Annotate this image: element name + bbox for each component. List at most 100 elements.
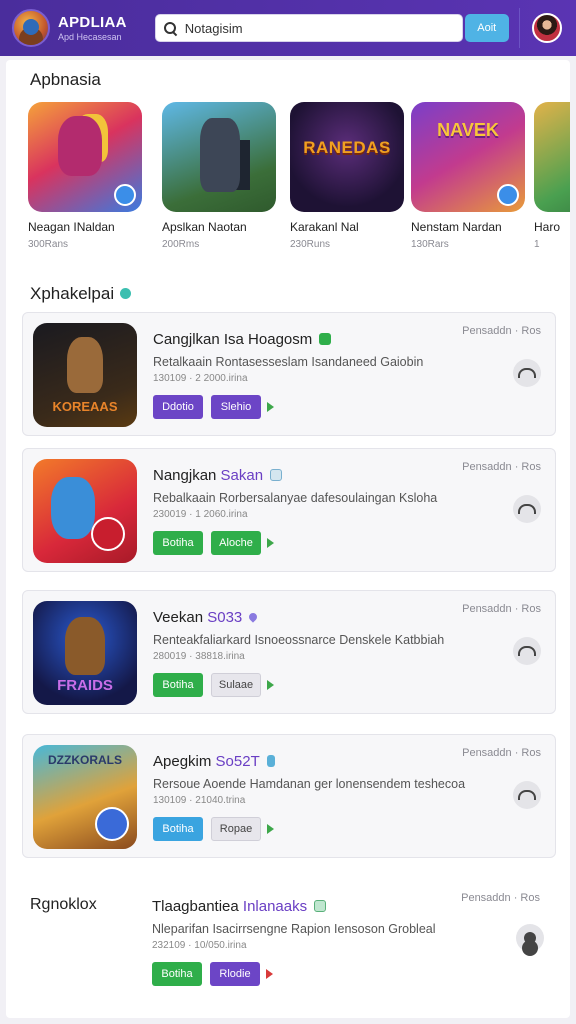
carousel-item-sub: 1 [534, 239, 540, 250]
app-meta: 130109 · 21040.trina [153, 795, 246, 806]
brand-subtitle: Apd Hecasesan [58, 31, 122, 42]
carousel-item-sub: 130Rars [411, 239, 449, 250]
tag-icon [270, 469, 283, 482]
game-icon[interactable] [290, 102, 404, 212]
verified-icon [120, 288, 132, 300]
app-description: Retalkaain Rontasesseslam Isandaneed Gai… [153, 355, 424, 369]
app-title-text: Apegkim [153, 753, 216, 770]
app-publisher: Pensaddn · Ros [461, 892, 540, 904]
carousel-item[interactable]: Neagan INaldan 300Rans [28, 102, 142, 250]
app-title-accent: Inlanaaks [242, 898, 308, 915]
search-input[interactable]: Notagisim [154, 14, 463, 42]
app-title-accent: S033 [207, 609, 243, 626]
secondary-button[interactable]: Ropae [211, 817, 261, 841]
action-icon[interactable] [513, 359, 541, 387]
user-icon[interactable] [516, 924, 544, 952]
app-icon[interactable] [33, 459, 137, 563]
carousel-item-name: Apslkan Naotan [162, 220, 247, 234]
app-list-row[interactable]: Cangjlkan Isa Hoagosm Retalkaain Rontase… [22, 312, 556, 436]
carousel-item[interactable]: Apslkan Naotan 200Rms [162, 102, 276, 250]
app-list-row[interactable]: Apegkim So52T Rersoue Aoende Hamdanan ge… [22, 734, 556, 858]
arrow-right-icon[interactable] [267, 402, 274, 412]
featured-section-title: Apbnasia [30, 70, 101, 89]
app-title-text: Veekan [153, 609, 208, 626]
action-icon[interactable] [513, 495, 541, 523]
carousel-item[interactable]: Karakanl Nal 230Runs [290, 102, 404, 250]
carousel-item-name: Haro [534, 220, 561, 234]
primary-button[interactable]: Ddotio [153, 395, 203, 419]
secondary-button[interactable]: Rlodie [210, 962, 260, 986]
search-button[interactable]: Aoit [464, 14, 509, 42]
app-list-row[interactable]: Tlaagbantiea Inlanaaks Nleparifan Isacir… [6, 880, 570, 1018]
list-section-title: Xphakelpai [30, 284, 132, 304]
carousel-item-name: Nenstam Nardan [411, 220, 502, 234]
app-title: Veekan S033 [153, 609, 259, 626]
app-meta: 130109 · 2 2000.irina [153, 373, 248, 384]
game-icon[interactable] [28, 102, 142, 212]
primary-button[interactable]: Botiha [153, 531, 203, 555]
app-publisher: Pensaddn · Ros [462, 603, 541, 615]
app-icon[interactable] [33, 323, 137, 427]
game-icon[interactable] [534, 102, 570, 212]
game-icon[interactable] [411, 102, 525, 212]
arrow-right-icon[interactable] [267, 538, 274, 548]
app-list-row[interactable]: Nangjkan Sakan Rebalkaain Rorbersalanyae… [22, 448, 556, 572]
app-publisher: Pensaddn · Ros [462, 461, 541, 473]
app-title-text: Nangjkan [153, 467, 221, 484]
app-title-accent: Sakan [220, 467, 264, 484]
main-content: Apbnasia Neagan INaldan 300Rans Apslkan … [6, 60, 570, 1018]
brand: APDLIAA Apd Hecasesan [58, 15, 127, 42]
app-meta: 232109 · 10/050.irina [152, 940, 247, 951]
user-avatar[interactable] [531, 13, 562, 43]
heart-icon [247, 611, 259, 623]
app-description: Nleparifan Isacirrsengne Rapion Iensoson… [152, 922, 436, 936]
app-meta: 280019 · 38818.irina [153, 651, 245, 662]
app-description: Renteakfaliarkard Isnoeossnarce Denskele… [153, 633, 445, 647]
carousel-item[interactable]: Haro 1 [534, 102, 570, 250]
arrow-right-icon[interactable] [267, 680, 274, 690]
app-list-row[interactable]: Veekan S033 Renteakfaliarkard Isnoeossna… [22, 590, 556, 714]
app-description: Rebalkaain Rorbersalanyae dafesoulaingan… [153, 491, 438, 505]
carousel-item-sub: 200Rms [162, 239, 200, 250]
app-logo[interactable] [12, 9, 50, 47]
app-title-text: Tlaagbantiea [152, 898, 243, 915]
primary-button[interactable]: Botiha [153, 817, 203, 841]
app-title: Apegkim So52T [153, 753, 275, 770]
carousel-item-sub: 230Runs [290, 239, 331, 250]
featured-carousel[interactable]: Neagan INaldan 300Rans Apslkan Naotan 20… [28, 102, 570, 254]
arrow-right-icon[interactable] [267, 824, 274, 834]
secondary-button[interactable]: Sulaae [211, 673, 261, 697]
game-icon[interactable] [162, 102, 276, 212]
secondary-button[interactable]: Aloche [211, 531, 261, 555]
verified-badge-icon [114, 184, 136, 206]
app-title: Nangjkan Sakan [153, 467, 283, 484]
list-section-title-text: Xphakelpai [30, 284, 115, 303]
secondary-button[interactable]: Slehio [211, 395, 261, 419]
app-icon[interactable] [33, 745, 137, 849]
action-icon[interactable] [513, 637, 541, 665]
brand-title: APDLIAA [58, 13, 127, 31]
app-description: Rersoue Aoende Hamdanan ger lonensendem … [153, 777, 466, 791]
action-icon[interactable] [513, 781, 541, 809]
top-bar: APDLIAA Apd Hecasesan Notagisim Aoit [0, 0, 576, 56]
app-icon[interactable] [33, 601, 137, 705]
search-value[interactable]: Notagisim [185, 21, 243, 36]
app-publisher: Pensaddn · Ros [462, 325, 541, 337]
arrow-right-icon[interactable] [266, 969, 273, 979]
primary-button[interactable]: Botiha [153, 673, 203, 697]
carousel-item-sub: 300Rans [28, 239, 69, 250]
carousel-item[interactable]: Nenstam Nardan 130Rars [411, 102, 525, 250]
app-publisher: Pensaddn · Ros [462, 747, 541, 759]
primary-button[interactable]: Botiha [152, 962, 202, 986]
search-icon [163, 21, 177, 35]
app-meta: 230019 · 1 2060.irina [153, 509, 248, 520]
app-title-text: Cangjlkan Isa Hoagosm [153, 331, 313, 348]
tag-icon [314, 900, 327, 913]
app-title: Tlaagbantiea Inlanaaks [152, 898, 327, 915]
carousel-item-name: Neagan INaldan [28, 220, 115, 234]
verified-icon [319, 333, 332, 346]
header-divider [518, 8, 520, 48]
tag-icon [266, 755, 275, 768]
app-title: Cangjlkan Isa Hoagosm [153, 331, 332, 348]
app-title-accent: So52T [215, 753, 260, 770]
